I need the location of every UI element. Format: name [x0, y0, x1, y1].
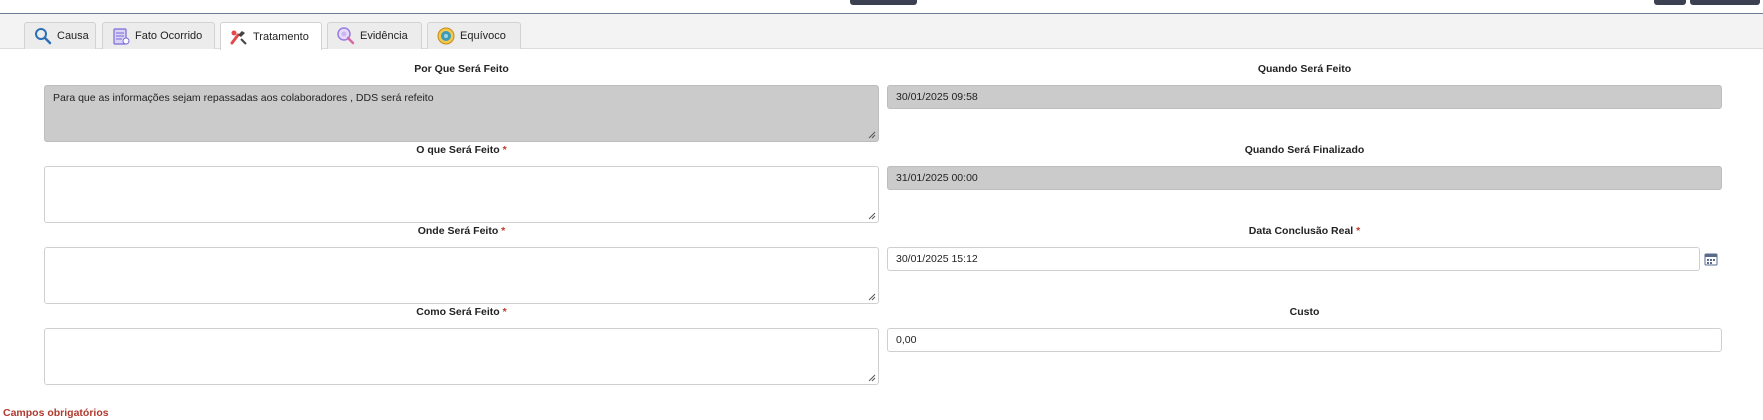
- magnifier-icon: [33, 26, 53, 46]
- por-que-field[interactable]: Para que as informações sejam repassadas…: [44, 85, 879, 142]
- resize-grip-icon[interactable]: [868, 293, 876, 301]
- tab-tratamento[interactable]: Tratamento: [220, 22, 322, 50]
- top-button-stub[interactable]: [1654, 0, 1686, 5]
- resize-grip-icon[interactable]: [868, 131, 876, 139]
- quando-label: Quando Será Feito: [1257, 63, 1352, 75]
- treatment-form: Por Que Será Feito Para que as informaçõ…: [0, 49, 1763, 419]
- calendar-icon[interactable]: [1704, 252, 1718, 266]
- como-field[interactable]: [44, 328, 879, 385]
- document-icon: [111, 26, 131, 46]
- tab-fato-ocorrido[interactable]: Fato Ocorrido: [102, 22, 215, 49]
- top-button-stub[interactable]: [850, 0, 917, 5]
- tab-strip: Causa Fato Ocorrido Tratamento Evidência…: [0, 14, 1763, 50]
- data-conclusao-field[interactable]: [887, 247, 1700, 271]
- top-bar: [0, 0, 1763, 14]
- como-label: Como Será Feito *: [416, 306, 507, 318]
- top-button-stub[interactable]: [1690, 0, 1760, 5]
- tab-evidencia[interactable]: Evidência: [327, 22, 422, 49]
- resize-grip-icon[interactable]: [868, 374, 876, 382]
- tab-label: Fato Ocorrido: [135, 30, 203, 42]
- tools-icon: [229, 27, 249, 47]
- o-que-label: O que Será Feito *: [416, 144, 507, 156]
- tab-equivoco[interactable]: Equívoco: [427, 22, 521, 49]
- resize-grip-icon[interactable]: [868, 212, 876, 220]
- tab-label: Equívoco: [460, 30, 506, 42]
- quando-field[interactable]: [887, 85, 1722, 109]
- onde-label: Onde Será Feito *: [417, 225, 506, 237]
- evidence-search-icon: [336, 26, 356, 46]
- tab-label: Evidência: [360, 30, 408, 42]
- onde-field[interactable]: [44, 247, 879, 304]
- badge-icon: [436, 26, 456, 46]
- custo-field[interactable]: [887, 328, 1722, 352]
- tab-causa[interactable]: Causa: [24, 22, 96, 49]
- quando-finalizado-label: Quando Será Finalizado: [1244, 144, 1365, 156]
- quando-finalizado-field[interactable]: [887, 166, 1722, 190]
- tab-label: Causa: [57, 30, 89, 42]
- o-que-field[interactable]: [44, 166, 879, 223]
- tab-label: Tratamento: [253, 30, 309, 43]
- custo-label: Custo: [1289, 306, 1320, 318]
- required-fields-note: Campos obrigatórios: [3, 407, 109, 419]
- por-que-label: Por Que Será Feito: [414, 63, 509, 75]
- data-conclusao-label: Data Conclusão Real *: [1248, 225, 1361, 237]
